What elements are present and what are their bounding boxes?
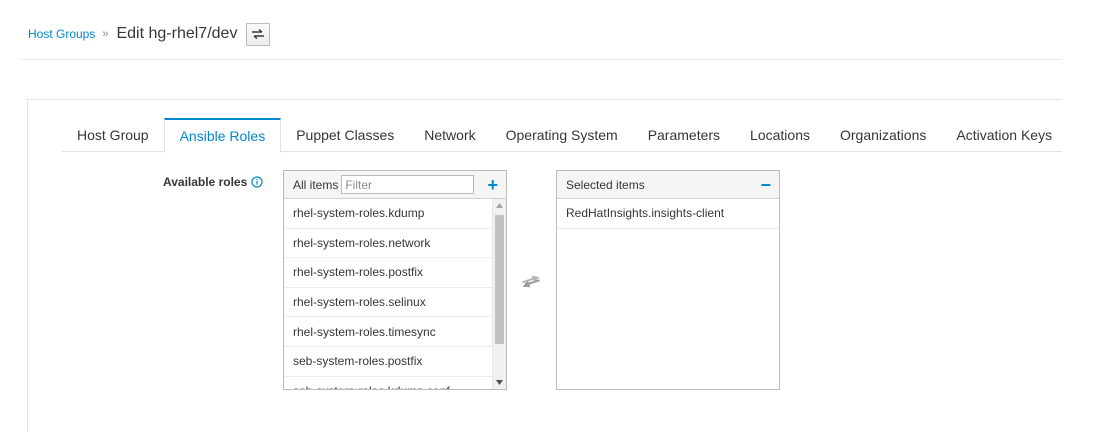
selected-items-header: Selected items − [557, 171, 779, 199]
tab-host-group[interactable]: Host Group [62, 118, 164, 152]
list-item[interactable]: rhel-system-roles.timesync [284, 317, 492, 347]
tab-operating-system[interactable]: Operating System [491, 118, 633, 152]
list-item[interactable]: seb-system-roles.kdump.conf [284, 377, 492, 389]
tab-bar: Host Group Ansible Roles Puppet Classes … [62, 118, 1062, 153]
tab-network[interactable]: Network [409, 118, 490, 152]
host-group-switcher-button[interactable] [246, 22, 271, 46]
list-item[interactable]: rhel-system-roles.selinux [284, 288, 492, 318]
tab-ansible-roles[interactable]: Ansible Roles [163, 118, 282, 153]
available-roles-label: Available roles [163, 175, 263, 189]
list-item[interactable]: rhel-system-roles.network [284, 229, 492, 259]
list-item[interactable]: rhel-system-roles.kdump [284, 199, 492, 229]
filter-input[interactable] [341, 175, 475, 194]
tab-puppet-classes[interactable]: Puppet Classes [281, 118, 409, 152]
header-divider [20, 59, 1062, 60]
selected-items-label: Selected items [566, 177, 645, 192]
add-role-button[interactable]: + [487, 176, 498, 194]
list-item[interactable]: seb-system-roles.postfix [284, 347, 492, 377]
scroll-down-arrow-icon[interactable] [493, 376, 506, 389]
available-items-scrollbar[interactable] [492, 199, 506, 389]
available-items-header: All items + [284, 171, 506, 199]
info-circle-icon[interactable] [251, 176, 263, 188]
available-items-list: rhel-system-roles.kdump rhel-system-role… [284, 199, 492, 389]
all-items-label: All items [293, 177, 339, 192]
list-item[interactable]: RedHatInsights.insights-client [557, 199, 779, 229]
list-item[interactable]: rhel-system-roles.postfix [284, 258, 492, 288]
breadcrumb-host-groups-link[interactable]: Host Groups [28, 27, 95, 41]
tab-parameters[interactable]: Parameters [633, 118, 735, 152]
transfer-arrows-icon[interactable] [520, 272, 542, 292]
tab-activation-keys[interactable]: Activation Keys [941, 118, 1067, 152]
available-roles-label-text: Available roles [163, 175, 248, 189]
breadcrumb-separator: » [102, 28, 109, 40]
scroll-up-arrow-icon[interactable] [493, 199, 506, 212]
tab-organizations[interactable]: Organizations [825, 118, 941, 152]
page-title: Edit hg-rhel7/dev [116, 25, 238, 42]
tab-locations[interactable]: Locations [735, 118, 825, 152]
scrollbar-thumb[interactable] [495, 215, 504, 344]
selected-items-list: RedHatInsights.insights-client [557, 199, 779, 389]
exchange-icon [252, 29, 265, 39]
remove-role-button[interactable]: − [760, 176, 771, 194]
breadcrumb: Host Groups » Edit hg-rhel7/dev [28, 22, 271, 46]
available-items-box: All items + rhel-system-roles.kdump rhel… [283, 170, 507, 390]
selected-items-box: Selected items − RedHatInsights.insights… [556, 170, 780, 390]
